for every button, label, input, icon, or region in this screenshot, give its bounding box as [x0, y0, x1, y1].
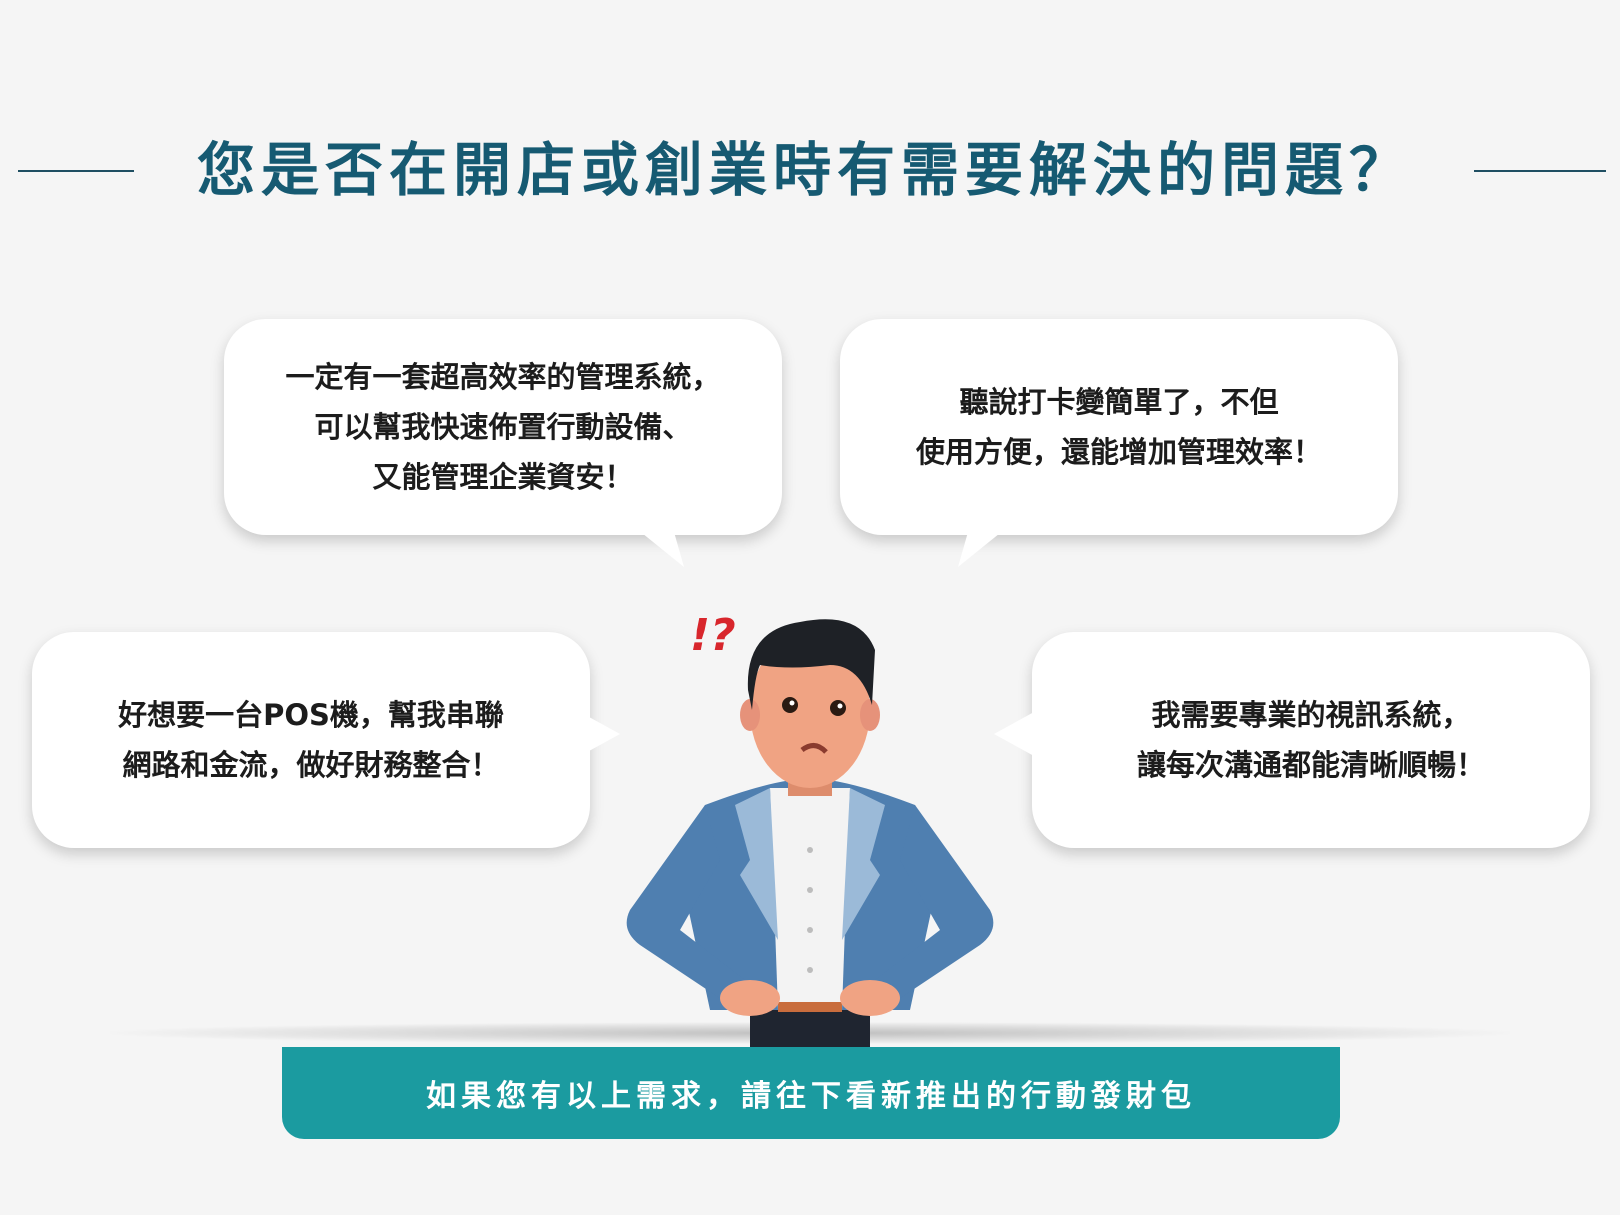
speech-bubble-pos: 好想要一台POS機，幫我串聯 網路和金流，做好財務整合！ [32, 632, 620, 848]
bubble-tail [958, 525, 1010, 567]
speech-bubble-text: 聽說打卡變簡單了，不但 使用方便，還能增加管理效率！ [915, 385, 1322, 469]
speech-bubble-text: 我需要專業的視訊系統， 讓每次溝通都能清晰順暢！ [1136, 698, 1485, 782]
shirt-button [807, 887, 813, 893]
shirt-button [807, 847, 813, 853]
belt [778, 1002, 842, 1012]
title-row: 您是否在開店或創業時有需要解決的問題？ [0, 130, 1620, 210]
left-eye [782, 697, 798, 713]
speech-bubble-video-system: 我需要專業的視訊系統， 讓每次溝通都能清晰順暢！ [994, 632, 1590, 848]
exclamation-mark: !? [690, 610, 736, 661]
cta-banner-text: 如果您有以上需求，請往下看新推出的行動發財包 [426, 1079, 1196, 1114]
speech-bubble-text: 一定有一套超高效率的管理系統， 可以幫我快速佈置行動設備、 又能管理企業資安！ [285, 360, 721, 494]
title-divider-left [18, 170, 134, 172]
shirt [770, 788, 850, 1010]
left-hand [720, 980, 780, 1016]
bubble-tail [632, 525, 684, 567]
shirt-button [807, 967, 813, 973]
left-ear [740, 699, 760, 731]
speech-bubble-text: 好想要一台POS機，幫我串聯 網路和金流，做好財務整合！ [118, 698, 504, 782]
cta-banner: 如果您有以上需求，請往下看新推出的行動發財包 [282, 1047, 1340, 1139]
right-eye [830, 700, 846, 716]
confused-businessman-illustration: !? [626, 610, 994, 1050]
right-hand [840, 980, 900, 1016]
speech-bubble-management-system: 一定有一套超高效率的管理系統， 可以幫我快速佈置行動設備、 又能管理企業資安！ [224, 319, 782, 567]
shirt-button [807, 927, 813, 933]
title-divider-right [1474, 170, 1606, 172]
right-ear [860, 699, 880, 731]
page-title: 您是否在開店或創業時有需要解決的問題？ [196, 136, 1413, 204]
speech-bubble-attendance: 聽說打卡變簡單了，不但 使用方便，還能增加管理效率！ [840, 319, 1398, 567]
